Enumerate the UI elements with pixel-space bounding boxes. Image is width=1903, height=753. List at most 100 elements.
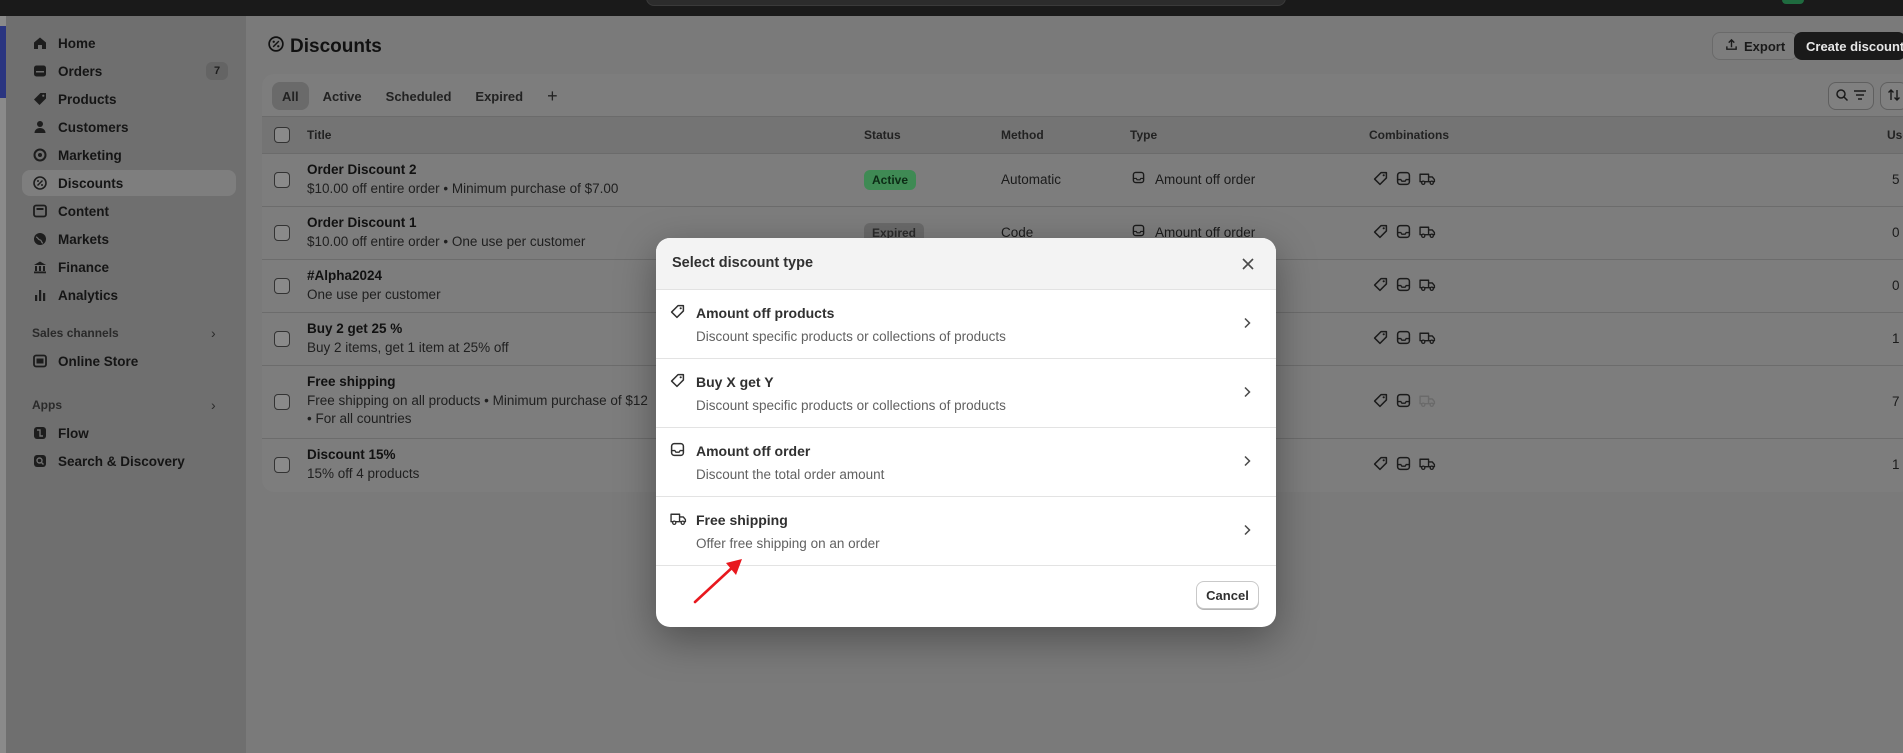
add-view-button[interactable]: + — [537, 82, 568, 110]
discount-title-cell: Buy 2 get 25 % Buy 2 items, get 1 item a… — [307, 321, 509, 357]
chevron-right-icon — [1240, 385, 1254, 399]
table-header: Title Status Method Type Combinations Us… — [262, 116, 1903, 154]
chevron-right-icon — [1240, 523, 1254, 537]
column-used[interactable]: Used — [1887, 128, 1903, 142]
discount-title: #Alpha2024 — [307, 268, 383, 283]
sidebar-item-analytics[interactable]: Analytics — [22, 282, 236, 308]
tab-active[interactable]: Active — [313, 82, 372, 110]
option-buy-x-get-y[interactable]: Buy X get Y Discount specific products o… — [656, 359, 1276, 428]
discount-title-cell: Free shipping Free shipping on all produ… — [307, 374, 648, 428]
search-filter-button[interactable] — [1828, 82, 1874, 110]
sidebar-item-online-store[interactable]: Online Store — [22, 348, 236, 374]
option-description: Discount specific products or collection… — [696, 398, 1006, 413]
discount-title-cell: Order Discount 2 $10.00 off entire order… — [307, 162, 618, 198]
sort-button[interactable] — [1880, 82, 1903, 110]
option-description: Discount the total order amount — [696, 467, 885, 482]
column-status[interactable]: Status — [864, 128, 901, 142]
discount-title: Buy 2 get 25 % — [307, 321, 403, 336]
globe-icon — [32, 231, 48, 247]
sidebar-item-content[interactable]: Content — [22, 198, 236, 224]
sidebar-item-discounts[interactable]: Discounts — [22, 170, 236, 196]
sidebar-item-products[interactable]: Products — [22, 86, 236, 112]
sidebar-item-label: Markets — [58, 231, 110, 247]
orders-icon — [32, 63, 48, 79]
discount-summary: $10.00 off entire order • Minimum purcha… — [307, 181, 619, 196]
apps-chevron-icon[interactable]: › — [211, 397, 216, 413]
option-title: Buy X get Y — [696, 374, 774, 390]
filter-tabs: All Active Scheduled Expired + — [272, 82, 568, 110]
sidebar-item-flow[interactable]: Flow — [22, 420, 236, 446]
order-tray-icon — [1396, 224, 1411, 242]
tab-scheduled[interactable]: Scheduled — [376, 82, 462, 110]
row-checkbox[interactable] — [274, 457, 290, 473]
sidebar-item-finance[interactable]: Finance — [22, 254, 236, 280]
truck-icon — [1419, 330, 1436, 348]
select-all-checkbox[interactable] — [274, 127, 290, 143]
sidebar-item-label: Flow — [58, 425, 89, 441]
sidebar-item-home[interactable]: Home — [22, 30, 236, 56]
close-icon[interactable] — [1238, 254, 1258, 274]
tag-icon — [32, 91, 48, 107]
sidebar-item-label: Marketing — [58, 147, 122, 163]
option-title: Amount off products — [696, 305, 835, 321]
sidebar-item-customers[interactable]: Customers — [22, 114, 236, 140]
cancel-button[interactable]: Cancel — [1196, 581, 1259, 609]
used-count: 1 — [1892, 457, 1900, 472]
sidebar-item-label: Discounts — [58, 175, 124, 191]
column-method[interactable]: Method — [1001, 128, 1044, 142]
bank-icon — [32, 259, 48, 275]
status-badge: Active — [864, 170, 917, 190]
global-search-bar[interactable] — [646, 0, 1286, 6]
create-discount-button[interactable]: Create discount — [1794, 32, 1903, 60]
discount-icon — [32, 175, 48, 191]
orders-count-badge: 7 — [206, 62, 228, 80]
order-tray-icon — [1396, 171, 1411, 189]
discount-summary-line2: • For all countries — [307, 411, 412, 426]
discount-title-cell: Order Discount 1 $10.00 off entire order… — [307, 215, 585, 251]
column-title[interactable]: Title — [307, 128, 331, 142]
chevron-right-icon — [1240, 454, 1254, 468]
sales-channels-chevron-icon[interactable]: › — [211, 325, 216, 341]
option-amount-off-products[interactable]: Amount off products Discount specific pr… — [656, 290, 1276, 359]
column-type[interactable]: Type — [1130, 128, 1157, 142]
chevron-right-icon — [1240, 316, 1254, 330]
apps-heading: Apps — [32, 398, 62, 412]
discount-icon — [268, 36, 284, 58]
row-checkbox[interactable] — [274, 278, 290, 294]
sidebar-item-markets[interactable]: Markets — [22, 226, 236, 252]
row-checkbox[interactable] — [274, 225, 290, 241]
table-tools — [1828, 82, 1903, 110]
tag-icon — [1373, 456, 1388, 474]
store-avatar[interactable] — [1782, 0, 1804, 4]
tag-icon — [670, 304, 686, 320]
sidebar-item-orders[interactable]: Orders 7 — [22, 58, 236, 84]
sales-channels-heading: Sales channels — [32, 326, 119, 340]
export-label: Export — [1744, 38, 1786, 54]
row-checkbox[interactable] — [274, 331, 290, 347]
export-button[interactable]: Export — [1712, 32, 1799, 60]
row-checkbox[interactable] — [274, 394, 290, 410]
discount-title: Free shipping — [307, 374, 396, 389]
modal-title: Select discount type — [672, 255, 814, 271]
sidebar-item-label: Home — [58, 35, 96, 51]
sidebar-item-search-discovery[interactable]: Search & Discovery — [22, 448, 236, 474]
sidebar-item-marketing[interactable]: Marketing — [22, 142, 236, 168]
option-amount-off-order[interactable]: Amount off order Discount the total orde… — [656, 428, 1276, 497]
modal-header: Select discount type — [656, 238, 1276, 290]
discount-title: Order Discount 1 — [307, 215, 417, 230]
order-tray-icon — [670, 442, 686, 458]
tab-expired[interactable]: Expired — [465, 82, 533, 110]
truck-icon-disabled — [1419, 393, 1436, 411]
table-row[interactable]: Order Discount 2 $10.00 off entire order… — [262, 154, 1903, 207]
sidebar-item-label: Customers — [58, 119, 129, 135]
flow-icon — [32, 425, 48, 441]
column-combinations[interactable]: Combinations — [1369, 128, 1449, 142]
truck-icon — [1419, 224, 1436, 242]
row-checkbox[interactable] — [274, 172, 290, 188]
search-discovery-icon — [32, 453, 48, 469]
combinations-cell — [1373, 330, 1436, 348]
combinations-cell — [1373, 456, 1436, 474]
page-title-text: Discounts — [290, 36, 382, 57]
tab-all[interactable]: All — [272, 82, 309, 110]
discount-summary: One use per customer — [307, 287, 441, 302]
